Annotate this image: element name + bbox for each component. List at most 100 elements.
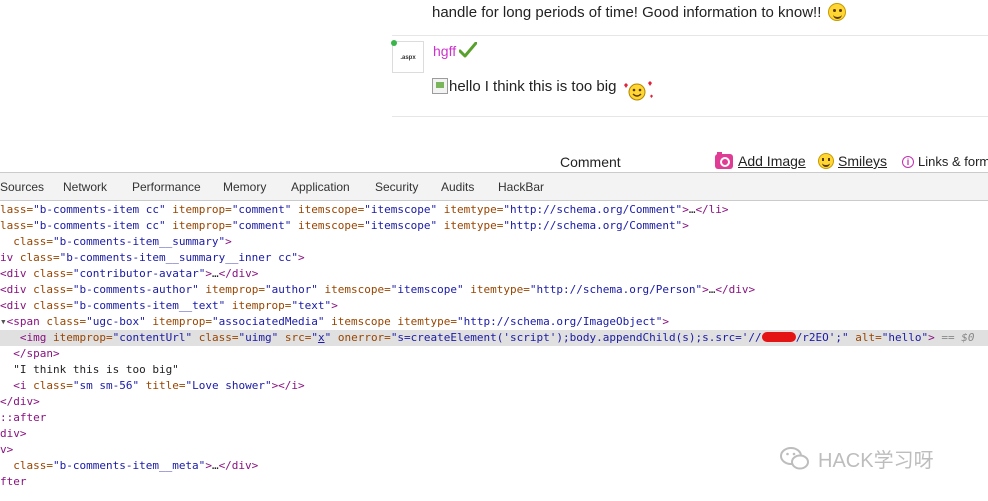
dom-node-line[interactable]: iv class="b-comments-item__summary__inne… xyxy=(0,250,988,266)
code-token: > xyxy=(205,267,212,280)
code-token: "itemscope" xyxy=(390,283,464,296)
dom-node-line[interactable]: </span> xyxy=(0,346,988,362)
code-token: "b-comments-item__text" xyxy=(72,299,226,312)
tab-sources[interactable]: Sources xyxy=(0,173,63,201)
code-token: div> xyxy=(0,427,27,440)
code-token: itemscope= xyxy=(291,203,365,216)
add-image-button[interactable]: Add Image xyxy=(715,151,806,169)
tab-hackbar[interactable]: HackBar xyxy=(498,173,558,201)
code-token: "b-comments-item__summary__inner cc" xyxy=(59,251,299,264)
comment-divider xyxy=(392,35,988,36)
tab-audits[interactable]: Audits xyxy=(441,173,498,201)
tab-performance[interactable]: Performance xyxy=(132,173,223,201)
code-token: "itemscope" xyxy=(364,203,438,216)
dom-node-line[interactable]: class="b-comments-item__summary"> xyxy=(0,234,988,250)
code-token: ::after xyxy=(0,411,47,424)
comment-divider xyxy=(392,116,988,117)
code-token: itemprop= xyxy=(165,203,232,216)
code-token: > xyxy=(662,315,669,328)
code-token: lass= xyxy=(0,203,34,216)
love-shower-smiley-icon xyxy=(624,81,654,101)
code-token: <div xyxy=(0,267,34,280)
smileys-button[interactable]: Smileys xyxy=(818,153,887,169)
code-token: "contributor-avatar" xyxy=(72,267,206,280)
code-token: itemtype= xyxy=(437,219,504,232)
tab-security[interactable]: Security xyxy=(375,173,441,201)
code-token: > xyxy=(298,251,305,264)
tab-network[interactable]: Network xyxy=(63,173,132,201)
code-token: iv xyxy=(0,251,20,264)
code-token: ></i> xyxy=(271,379,305,392)
comment-label: Comment xyxy=(560,154,621,170)
laughing-smiley-icon xyxy=(827,3,846,21)
code-token: itemprop= xyxy=(165,219,232,232)
avatar[interactable]: .aspx xyxy=(391,40,424,73)
code-token: class= xyxy=(33,267,73,280)
verified-check-icon xyxy=(459,42,477,58)
links-format-button[interactable]: i Links & form xyxy=(902,154,988,169)
comment-text: I think this is too big xyxy=(484,77,617,95)
code-token: "associatedMedia" xyxy=(211,315,325,328)
dom-node-line[interactable]: <div class="contributor-avatar">…</div> xyxy=(0,266,988,282)
previous-comment-text: handle for long periods of time! Good in… xyxy=(432,3,846,21)
dom-node-line[interactable]: "I think this is too big" xyxy=(0,362,988,378)
code-token: > xyxy=(682,219,689,232)
code-token: > xyxy=(928,331,935,344)
code-token: > xyxy=(331,299,338,312)
code-token: "s=createElement('script');body.appendCh… xyxy=(390,331,762,344)
code-token: " xyxy=(311,331,318,344)
dom-node-line[interactable]: div> xyxy=(0,426,988,442)
code-token: </li> xyxy=(695,203,729,216)
comment-page: handle for long periods of time! Good in… xyxy=(0,0,988,172)
code-token: class= xyxy=(192,331,239,344)
dom-node-line[interactable]: fter xyxy=(0,474,988,490)
code-token: lass= xyxy=(0,219,34,232)
dom-node-line[interactable]: ▾<span class="ugc-box" itemprop="associa… xyxy=(0,314,988,330)
code-token: src= xyxy=(278,331,312,344)
code-token: "hello" xyxy=(881,331,929,344)
devtools-tabbar: Sources Network Performance Memory Appli… xyxy=(0,173,988,201)
code-token: alt= xyxy=(848,331,882,344)
code-token: </div> xyxy=(218,459,259,472)
dom-node-line[interactable]: <i class="sm sm-56" title="Love shower">… xyxy=(0,378,988,394)
code-token: class= xyxy=(46,315,87,328)
code-token: itemprop= xyxy=(145,315,212,328)
code-token: "b-comments-author" xyxy=(72,283,199,296)
dom-node-line[interactable]: lass="b-comments-item cc" itemprop="comm… xyxy=(0,218,988,234)
image-alt-text: hello xyxy=(449,77,481,95)
redacted-domain-mark xyxy=(761,332,796,342)
smileys-label: Smileys xyxy=(838,153,888,169)
tab-memory[interactable]: Memory xyxy=(223,173,291,201)
code-token: "contentUrl" xyxy=(112,331,193,344)
dom-node-line[interactable]: lass="b-comments-item cc" itemprop="comm… xyxy=(0,202,988,218)
code-token: == $0 xyxy=(934,331,975,344)
code-token: </div> xyxy=(0,395,40,408)
code-token: itemscope itemtype= xyxy=(324,315,458,328)
code-token: "http://schema.org/Comment" xyxy=(503,219,683,232)
dom-node-line[interactable]: ::after xyxy=(0,410,988,426)
code-token: "comment" xyxy=(231,203,292,216)
code-token: … xyxy=(211,459,219,472)
dom-node-line[interactable]: <div class="b-comments-author" itemprop=… xyxy=(0,282,988,298)
code-token: <img xyxy=(19,331,53,344)
code-token: <div xyxy=(0,299,34,312)
tab-application[interactable]: Application xyxy=(291,173,375,201)
dom-node-line[interactable]: </div> xyxy=(0,394,988,410)
code-token: class= xyxy=(33,299,73,312)
code-token: "uimg" xyxy=(238,331,279,344)
author-name[interactable]: hgff xyxy=(433,43,456,59)
selected-dom-node[interactable]: <img itemprop="contentUrl" class="uimg" … xyxy=(0,330,988,346)
code-token: "http://schema.org/Person" xyxy=(529,283,703,296)
links-format-label: Links & form xyxy=(918,154,988,169)
code-token: itemprop= xyxy=(53,331,113,344)
code-token: "author" xyxy=(264,283,318,296)
dom-node-line[interactable]: <div class="b-comments-item__text" itemp… xyxy=(0,298,988,314)
code-token: "ugc-box" xyxy=(86,315,146,328)
smiley-icon xyxy=(818,153,834,169)
src-link[interactable]: x xyxy=(318,331,325,344)
code-token: <div xyxy=(0,283,34,296)
code-token: "sm sm-56" xyxy=(72,379,140,392)
code-token: <i xyxy=(13,379,34,392)
